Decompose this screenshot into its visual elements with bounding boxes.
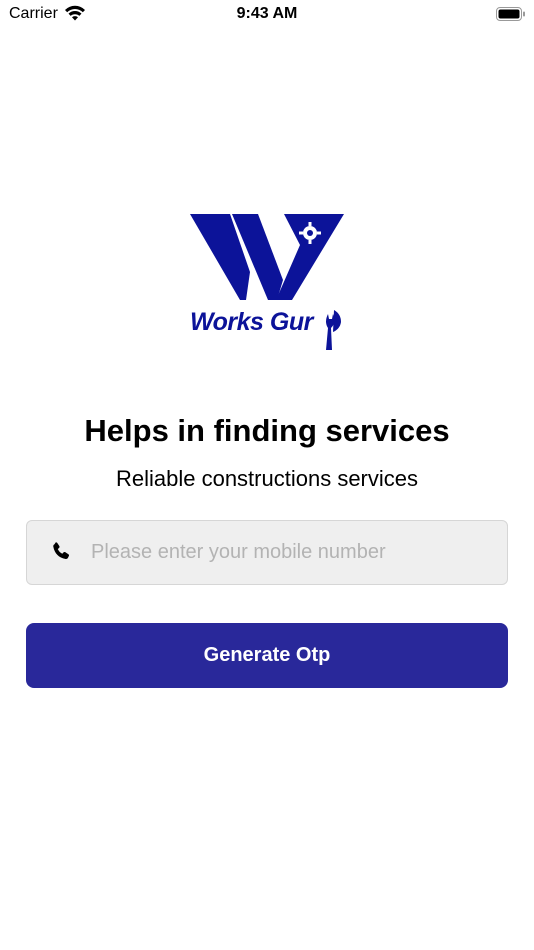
- login-screen: Carrier 9:43 AM Works Gur Helps in findi…: [0, 0, 534, 950]
- phone-icon: [49, 540, 73, 564]
- generate-otp-button[interactable]: Generate Otp: [26, 623, 508, 688]
- page-title: Helps in finding services: [84, 413, 450, 448]
- battery-icon: [496, 6, 526, 27]
- logo-wordmark: Works Gur: [190, 308, 313, 336]
- works-guru-logo: [188, 210, 348, 360]
- status-bar: Carrier 9:43 AM: [0, 0, 534, 30]
- mobile-number-input[interactable]: [91, 521, 501, 584]
- mobile-number-field[interactable]: [26, 520, 508, 585]
- clock: 9:43 AM: [236, 5, 298, 22]
- page-subtitle: Reliable constructions services: [115, 466, 419, 491]
